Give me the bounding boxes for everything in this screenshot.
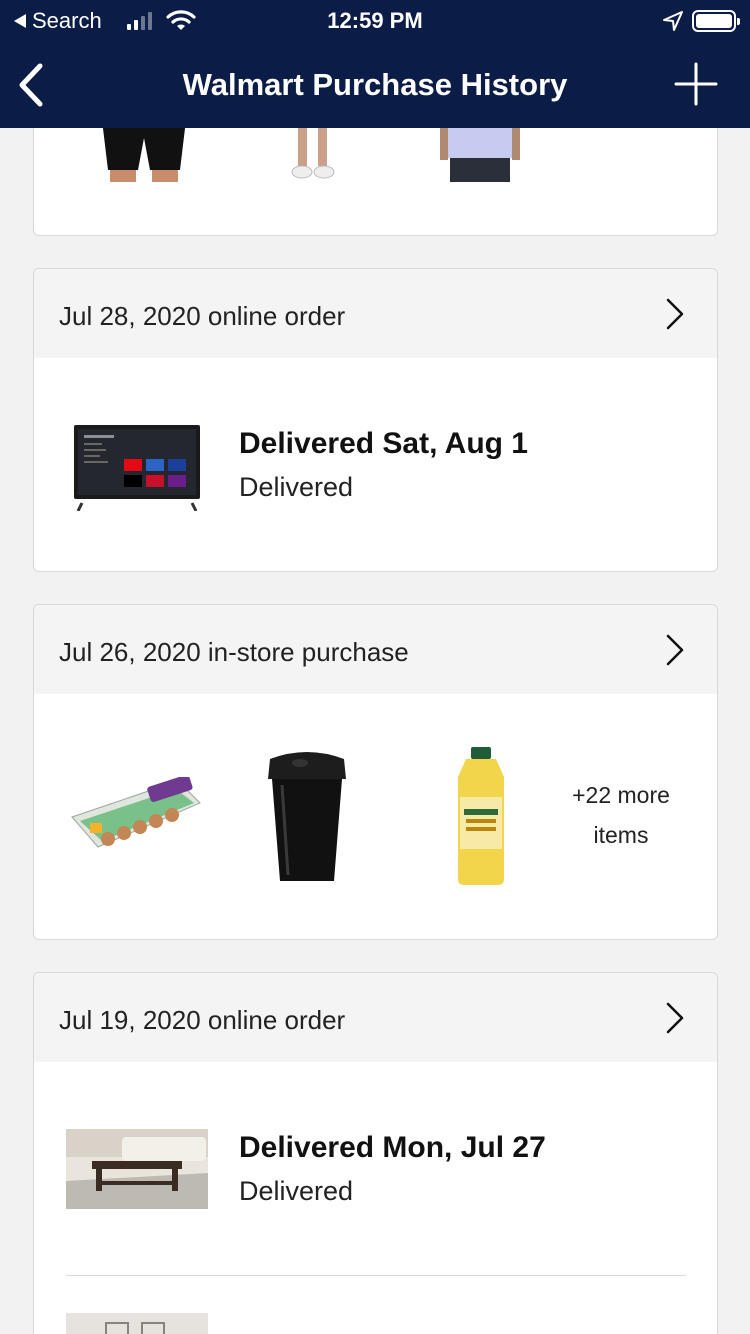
order-date-label: Jul 19, 2020 online order [59,1005,346,1035]
shorts-thumbnail [102,120,186,182]
more-items-label: +22 more items [556,775,686,855]
delivery-status-subtitle: Delivered [239,472,354,502]
order-card[interactable]: Jul 19, 2020 online order Delivered Mon,… [33,972,718,1334]
location-arrow-icon [663,11,683,31]
more-items-count: +22 more [572,782,670,808]
delivery-status-title: Delivered Sat, Aug 1 [239,427,528,460]
next-item-thumbnail [66,1313,208,1334]
oil-bottle-thumbnail [458,747,504,885]
coffee-table-thumbnail [66,1129,208,1209]
order-card-header[interactable]: Jul 19, 2020 online order [34,973,717,1062]
shirt-thumbnail [440,120,520,182]
item-divider [66,1275,686,1276]
chevron-right-icon[interactable] [665,1001,685,1035]
order-card-header[interactable]: Jul 28, 2020 online order [34,269,717,358]
order-date-label: Jul 28, 2020 online order [59,301,346,331]
chevron-right-icon[interactable] [665,633,685,667]
battery-icon [692,10,740,32]
page-title: Walmart Purchase History [182,67,568,102]
top-bar: Search 12:59 PM Walmart Purchase History [0,0,750,128]
status-time: 12:59 PM [327,8,423,33]
legs-sneakers-thumbnail [291,120,335,179]
trash-can-thumbnail [268,752,346,881]
more-items-word: items [593,822,649,848]
order-date-label: Jul 26, 2020 in-store purchase [59,637,409,667]
plus-icon[interactable] [674,62,718,106]
order-card[interactable]: Jul 26, 2020 in-store purchase +22 more … [33,604,718,940]
eggs-thumbnail [71,777,201,848]
order-card-header[interactable]: Jul 26, 2020 in-store purchase [34,605,717,694]
tv-thumbnail [74,425,200,511]
chevron-right-icon[interactable] [665,297,685,331]
status-bar: Search 12:59 PM [0,0,750,42]
delivery-status-title: Delivered Mon, Jul 27 [239,1131,546,1164]
order-card[interactable]: Jul 28, 2020 online order Delivered Sat,… [33,268,718,572]
delivery-status-subtitle: Delivered [239,1176,354,1206]
